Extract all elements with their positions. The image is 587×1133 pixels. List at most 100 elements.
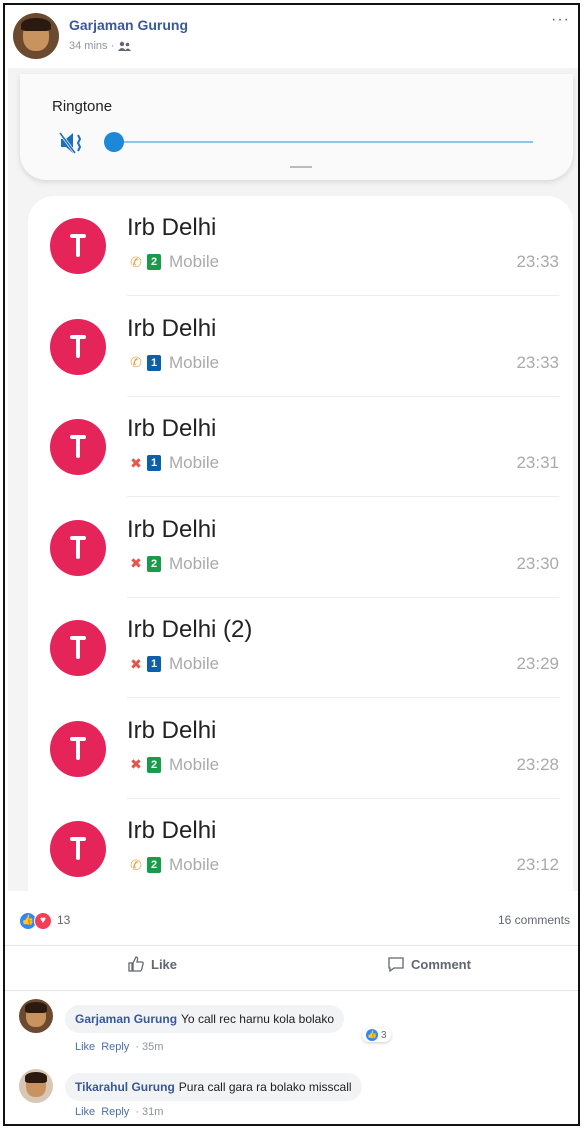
ringtone-volume-panel: Ringtone [20, 74, 573, 180]
missed-call-icon: ✖ [130, 454, 142, 471]
sim-badge: 1 [147, 354, 161, 371]
post-meta: 34 mins · [69, 40, 132, 52]
comment-label: Comment [411, 956, 471, 972]
volume-slider-thumb[interactable] [104, 132, 124, 152]
comment-reaction-count: 3 [381, 1029, 387, 1041]
comment-bubble-icon [388, 957, 404, 973]
friends-icon [118, 41, 132, 51]
number-type: Mobile [169, 553, 220, 573]
number-type: Mobile [169, 754, 220, 774]
contact-name: Irb Delhi [127, 716, 217, 744]
contact-avatar[interactable] [50, 620, 106, 676]
call-details: ✖ 1 Mobile [127, 453, 219, 473]
post-time[interactable]: 34 mins · [69, 40, 114, 52]
call-details: ✖ 2 Mobile [127, 755, 219, 775]
call-details: ✆ 1 Mobile [127, 353, 219, 373]
comment-time[interactable]: · 35m [135, 1041, 163, 1053]
number-type: Mobile [169, 855, 220, 874]
volume-slider-track[interactable] [108, 141, 533, 143]
more-options-button[interactable]: ··· [551, 11, 570, 29]
call-log-row[interactable]: Irb Delhi ✆ 1 Mobile 23:33 [28, 297, 573, 397]
call-time: 23:31 [516, 453, 559, 472]
sim-badge: 2 [147, 254, 161, 270]
commenter-avatar[interactable] [19, 1069, 53, 1103]
call-time: 23:28 [516, 754, 559, 774]
sim-badge: 1 [147, 455, 161, 471]
call-time: 23:30 [516, 553, 559, 573]
comments-section: Garjaman Gurung Yo call rec harnu kola bo… [5, 990, 578, 1124]
call-time: 23:29 [516, 654, 559, 673]
facebook-post: Garjaman Gurung 34 mins · ··· Ringtone I… [3, 3, 580, 1126]
love-reaction-icon[interactable]: ♥ [34, 912, 52, 930]
call-log-row[interactable]: Irb Delhi ✖ 2 Mobile 23:28 [28, 699, 573, 799]
contact-name: Irb Delhi [127, 314, 217, 342]
number-type: Mobile [169, 352, 220, 372]
number-type: Mobile [169, 654, 220, 673]
comment-reaction-badge[interactable]: 👍 3 [362, 1028, 391, 1042]
comment-like-link[interactable]: Like [75, 1041, 95, 1053]
commenter-avatar[interactable] [19, 999, 53, 1033]
contact-avatar[interactable] [50, 419, 106, 475]
sim-badge: 2 [147, 756, 161, 773]
reactions-bar: 👍 ♥ 13 16 comments [5, 895, 578, 946]
contact-name: Irb Delhi [127, 515, 217, 543]
sim-badge: 2 [147, 857, 161, 873]
call-log-row[interactable]: Irb Delhi ✖ 1 Mobile 23:31 [28, 397, 573, 497]
contact-avatar[interactable] [50, 821, 106, 877]
vibrate-icon[interactable] [58, 131, 86, 155]
contact-name: Irb Delhi [127, 415, 217, 442]
contact-name: Irb Delhi (2) [127, 616, 253, 643]
call-log-row[interactable]: Irb Delhi (2) ✖ 1 Mobile 23:29 [28, 598, 573, 698]
like-reaction-icon: 👍 [366, 1029, 378, 1041]
call-details: ✖ 1 Mobile [127, 654, 219, 674]
call-time: 23:33 [516, 252, 559, 271]
poster-avatar[interactable] [13, 13, 59, 59]
missed-call-icon: ✖ [130, 655, 142, 672]
call-log-row[interactable]: Irb Delhi ✖ 2 Mobile 23:30 [28, 498, 573, 598]
comment-like-link[interactable]: Like [75, 1106, 95, 1118]
call-log-row[interactable]: Irb Delhi ✆ 2 Mobile 23:33 [28, 196, 573, 296]
comment-actions: Like Reply · 31m [75, 1106, 169, 1118]
number-type: Mobile [169, 252, 220, 271]
sim-badge: 1 [147, 656, 161, 672]
call-details: ✆ 2 Mobile [127, 252, 219, 272]
call-time: 23:33 [516, 352, 559, 372]
outgoing-call-icon: ✆ [130, 856, 142, 873]
comment-time[interactable]: · 31m [135, 1106, 163, 1118]
call-log-list: Irb Delhi ✆ 2 Mobile 23:33 Irb Delhi ✆ 1 Mobile 2… [28, 196, 573, 891]
call-details: ✆ 2 Mobile [127, 855, 219, 875]
panel-drag-handle[interactable] [290, 166, 312, 168]
contact-avatar[interactable] [50, 318, 106, 375]
call-time: 23:12 [516, 855, 559, 874]
like-button[interactable]: Like [127, 955, 177, 973]
like-label: Like [151, 956, 178, 972]
comment-author[interactable]: Tikarahul Gurung [75, 1080, 175, 1094]
ringtone-title: Ringtone [52, 98, 113, 115]
contact-name: Irb Delhi [127, 214, 217, 241]
comment-button[interactable]: Comment [387, 955, 471, 973]
post-image[interactable]: Ringtone Irb Delhi ✆ 2 Mobile 23:33 Irb Delhi… [8, 68, 578, 891]
thumbs-up-icon [128, 956, 144, 972]
comment-text: Pura call gara ra bolako misscall [178, 1080, 352, 1094]
comment-reply-link[interactable]: Reply [101, 1041, 129, 1053]
call-log-row[interactable]: Irb Delhi ✆ 2 Mobile 23:12 [28, 799, 573, 891]
reaction-count[interactable]: 13 [57, 913, 70, 927]
sim-badge: 2 [147, 555, 161, 572]
contact-name: Irb Delhi [127, 817, 217, 844]
comment-bubble: Garjaman Gurung Yo call rec harnu kola bo… [65, 1005, 345, 1033]
poster-name[interactable]: Garjaman Gurung [69, 17, 188, 33]
outgoing-call-icon: ✆ [130, 253, 142, 270]
call-details: ✖ 2 Mobile [127, 554, 219, 574]
comment-reply-link[interactable]: Reply [101, 1106, 129, 1118]
outgoing-call-icon: ✆ [130, 354, 142, 370]
comment-author[interactable]: Garjaman Gurung [75, 1012, 177, 1026]
contact-avatar[interactable] [50, 519, 106, 576]
comment-actions: Like Reply · 35m [75, 1041, 169, 1053]
comment-bubble: Tikarahul Gurung Pura call gara ra bolako… [65, 1073, 362, 1101]
missed-call-icon: ✖ [130, 756, 142, 772]
comment-count[interactable]: 16 comments [498, 913, 570, 927]
contact-avatar[interactable] [50, 218, 106, 274]
number-type: Mobile [169, 453, 220, 472]
contact-avatar[interactable] [50, 720, 106, 777]
comment-text: Yo call rec harnu kola bolako [181, 1012, 335, 1026]
